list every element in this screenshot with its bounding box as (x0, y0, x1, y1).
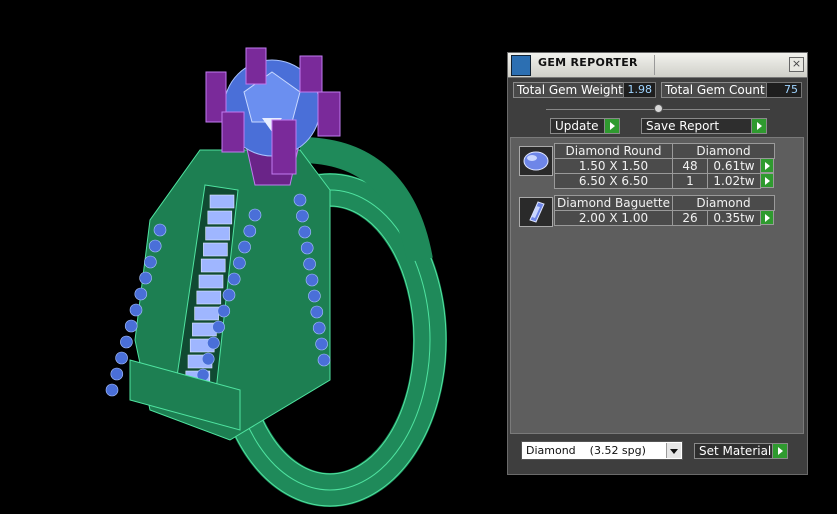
gem-count-cell: 48 (672, 158, 708, 174)
gem-size-cell: 6.50 X 6.50 (554, 173, 673, 189)
close-button[interactable]: × (789, 57, 804, 72)
gem-name-cell: Diamond Baguette (554, 195, 673, 211)
ring-model (105, 47, 447, 507)
gem-count-cell: 1 (672, 173, 708, 189)
update-arrow-icon (604, 119, 619, 133)
panel-title: GEM REPORTER (538, 56, 638, 69)
side-stone (298, 225, 312, 239)
baguette-stone (196, 290, 222, 305)
update-button[interactable]: Update (550, 118, 620, 134)
side-stone (296, 209, 309, 223)
gem-material-cell: Diamond (672, 195, 775, 211)
side-stone (222, 288, 236, 302)
3d-viewport[interactable] (0, 0, 500, 510)
side-stone (300, 241, 314, 255)
save-report-arrow-icon (751, 119, 766, 133)
side-stone (317, 353, 331, 367)
total-gem-count-value: 75 (766, 82, 802, 98)
gem-weight-cell: 0.35tw (707, 210, 761, 226)
gem-list: Diamond Round Diamond 1.50 X 1.50 48 0.6… (510, 137, 804, 434)
set-material-button[interactable]: Set Material (694, 443, 788, 459)
material-select[interactable]: Diamond (3.52 spg) (521, 441, 683, 460)
side-stone (105, 383, 119, 397)
side-stone (212, 320, 225, 334)
title-divider (654, 55, 655, 75)
baguette-stone (200, 258, 226, 273)
gem-name-cell: Diamond Round (554, 143, 673, 159)
side-stone (207, 336, 220, 350)
round-gem-icon (519, 146, 553, 176)
side-stone (243, 224, 257, 238)
baguette-stone (205, 226, 230, 241)
side-stone (310, 305, 324, 319)
set-material-arrow-icon (772, 444, 787, 458)
update-label: Update (555, 119, 599, 133)
total-gem-count-label: Total Gem Count (665, 83, 765, 97)
gem-weight-cell: 1.02tw (707, 173, 761, 189)
side-stone (110, 367, 124, 381)
side-stone (134, 287, 148, 301)
total-gem-count-field: Total Gem Count 75 (661, 82, 802, 98)
baguette-stone (209, 194, 235, 209)
set-material-label: Set Material (699, 444, 772, 458)
gem-count-cell: 26 (672, 210, 708, 226)
side-stone (238, 240, 251, 254)
side-stone (144, 255, 157, 269)
select-row-arrow-icon[interactable] (760, 158, 774, 173)
gem-size-cell: 1.50 X 1.50 (554, 158, 673, 174)
select-row-arrow-icon[interactable] (760, 173, 774, 188)
material-select-value: Diamond (3.52 spg) (526, 444, 646, 457)
side-stone (124, 319, 138, 333)
side-stone (148, 239, 162, 253)
side-stone (248, 208, 262, 222)
side-stone (312, 321, 326, 335)
baguette-gem-icon (519, 197, 553, 227)
side-stone (139, 271, 152, 285)
total-gem-weight-value: 1.98 (623, 82, 656, 98)
baguette-stone (198, 274, 224, 289)
baguette-stone (203, 242, 228, 257)
side-stone (115, 351, 128, 365)
side-stone (293, 193, 307, 207)
gem-size-cell: 2.00 X 1.00 (554, 210, 673, 226)
gem-weight-cell: 0.61tw (707, 158, 761, 174)
chevron-down-icon[interactable] (666, 443, 681, 458)
gem-reporter-panel: GEM REPORTER × Total Gem Weight 1.98 Tot… (507, 52, 808, 475)
total-gem-weight-field: Total Gem Weight 1.98 (513, 82, 656, 98)
side-stone (305, 273, 319, 287)
side-stone (308, 289, 321, 303)
save-report-button[interactable]: Save Report (641, 118, 767, 134)
side-stone (201, 352, 215, 366)
slider-handle[interactable] (654, 104, 663, 113)
gem-reporter-icon (511, 55, 531, 76)
side-stone (129, 303, 143, 317)
side-stone (120, 335, 133, 349)
gem-material-cell: Diamond (672, 143, 775, 159)
side-stone (217, 304, 231, 318)
side-stone (233, 256, 246, 270)
baguette-stone (194, 306, 219, 321)
baguette-stone (207, 210, 233, 225)
title-bar[interactable]: GEM REPORTER × (508, 53, 807, 78)
select-row-arrow-icon[interactable] (760, 210, 774, 225)
side-stone (315, 337, 328, 351)
save-report-label: Save Report (646, 119, 720, 133)
side-stone (303, 257, 316, 271)
total-gem-weight-label: Total Gem Weight (517, 83, 623, 97)
side-stone (153, 223, 167, 237)
side-stone (227, 272, 241, 286)
